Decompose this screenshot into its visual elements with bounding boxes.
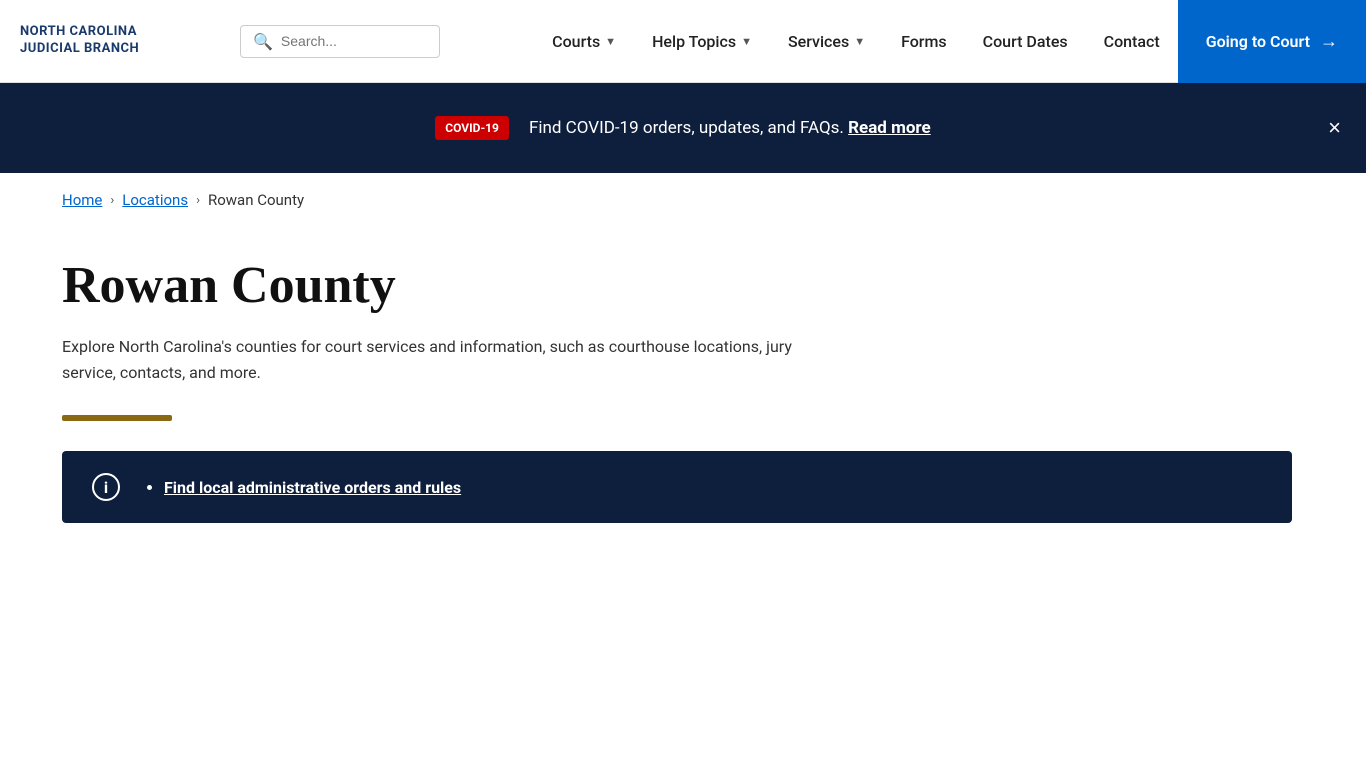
search-bar[interactable]: 🔍	[240, 25, 440, 58]
nav-item-help-topics[interactable]: Help Topics ▼	[634, 0, 770, 82]
chevron-down-icon: ▼	[854, 35, 865, 48]
search-input[interactable]	[281, 33, 427, 49]
logo[interactable]: NORTH CAROLINA JUDICIAL BRANCH	[20, 24, 220, 58]
page-title: Rowan County	[62, 257, 1304, 314]
breadcrumb-separator-2: ›	[196, 193, 200, 208]
site-header: NORTH CAROLINA JUDICIAL BRANCH 🔍 Courts …	[0, 0, 1366, 83]
going-to-court-button[interactable]: Going to Court →	[1178, 0, 1366, 83]
breadcrumb-current: Rowan County	[208, 191, 304, 209]
nav-item-services[interactable]: Services ▼	[770, 0, 883, 82]
admin-orders-link[interactable]: Find local administrative orders and rul…	[164, 478, 461, 497]
nav-item-courts[interactable]: Courts ▼	[534, 0, 634, 82]
breadcrumb-locations[interactable]: Locations	[122, 191, 188, 209]
arrow-right-icon: →	[1320, 31, 1338, 52]
chevron-down-icon: ▼	[741, 35, 752, 48]
breadcrumb-home[interactable]: Home	[62, 191, 102, 209]
chevron-down-icon: ▼	[605, 35, 616, 48]
info-box-content: Find local administrative orders and rul…	[144, 478, 461, 497]
covid-read-more-link[interactable]: Read more	[848, 118, 931, 138]
logo-text: NORTH CAROLINA JUDICIAL BRANCH	[20, 24, 139, 58]
nav-item-forms[interactable]: Forms	[883, 0, 965, 82]
search-icon: 🔍	[253, 32, 273, 51]
covid-banner: COVID-19 Find COVID-19 orders, updates, …	[0, 83, 1366, 173]
info-box: i Find local administrative orders and r…	[62, 451, 1292, 523]
close-banner-button[interactable]: ×	[1328, 117, 1341, 139]
main-content: Rowan County Explore North Carolina's co…	[0, 227, 1366, 563]
main-nav: Courts ▼ Help Topics ▼ Services ▼ Forms …	[534, 0, 1178, 82]
going-to-court-label: Going to Court	[1206, 32, 1310, 51]
accent-divider	[62, 415, 172, 421]
nav-item-contact[interactable]: Contact	[1086, 0, 1178, 82]
covid-message: Find COVID-19 orders, updates, and FAQs.…	[529, 118, 931, 138]
breadcrumb: Home › Locations › Rowan County	[0, 173, 1366, 227]
breadcrumb-separator: ›	[110, 193, 114, 208]
nav-item-court-dates[interactable]: Court Dates	[965, 0, 1086, 82]
info-icon: i	[92, 473, 120, 501]
page-description: Explore North Carolina's counties for co…	[62, 334, 842, 385]
covid-badge: COVID-19	[435, 116, 509, 140]
